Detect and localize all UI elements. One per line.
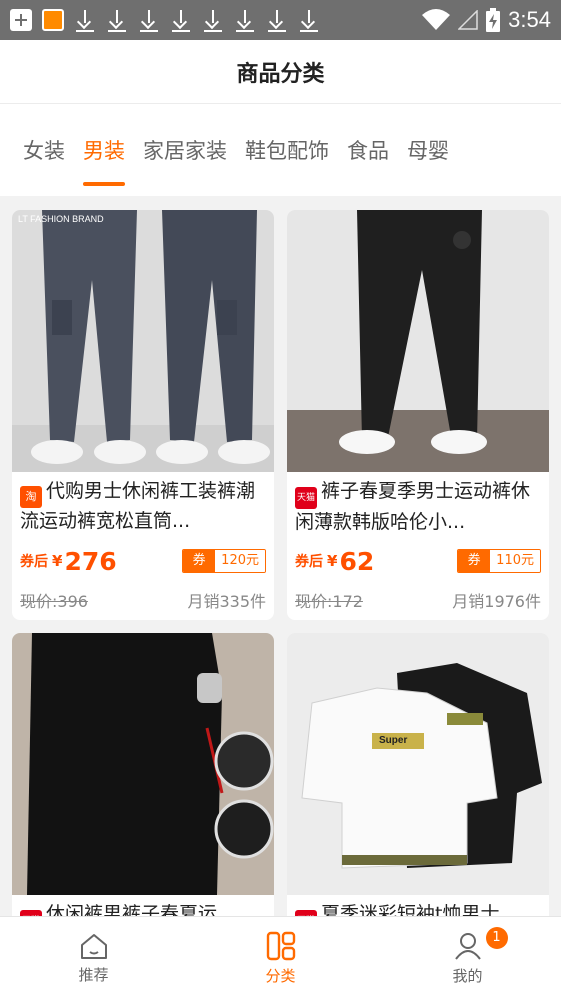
user-icon: [454, 932, 481, 960]
coupon-badge[interactable]: 券 120元: [182, 549, 266, 573]
nav-mine-label: 我的: [452, 966, 483, 985]
tab-shoes-bags[interactable]: 鞋包配饰: [245, 104, 329, 196]
price-row: 券后 ¥ 276 券 120元: [12, 546, 274, 576]
download-icon: [266, 8, 288, 32]
product-title: 天猫夏季迷彩短袖t恤男士...: [287, 895, 549, 916]
currency-symbol: ¥: [327, 552, 338, 570]
product-card[interactable]: 天猫休闲裤男裤子春夏运...: [12, 633, 274, 916]
wifi-icon: [422, 9, 451, 30]
coupon-value: 120元: [215, 550, 265, 572]
product-grid: LT FASHION BRAND 淘代购男士休闲裤工装裤潮流运动裤宽松直筒...…: [12, 210, 549, 916]
nav-mine[interactable]: 1 我的: [374, 917, 561, 999]
battery-icon: [486, 8, 501, 32]
page-title: 商品分类: [236, 61, 325, 87]
tab-womens[interactable]: 女装: [23, 104, 65, 196]
app-header: 商品分类: [0, 40, 561, 104]
app-notification-icon: [42, 9, 64, 31]
signal-icon: [458, 10, 478, 30]
coupon-price: 276: [64, 546, 117, 576]
notification-badge: 1: [485, 927, 508, 949]
after-coupon-label: 券后: [20, 554, 48, 570]
download-icon: [170, 8, 192, 32]
download-icon: [106, 8, 128, 32]
tab-food[interactable]: 食品: [347, 104, 389, 196]
download-icon: [234, 8, 256, 32]
nav-category[interactable]: 分类: [187, 917, 374, 999]
original-price: 现价:172: [295, 592, 363, 611]
image-graphic-text: Super: [379, 735, 408, 746]
original-price: 现价:396: [20, 592, 88, 611]
monthly-sales: 月销335件: [187, 592, 266, 611]
product-card[interactable]: 天猫 裤子春夏季男士运动裤休闲薄款韩版哈伦小... 券后 ¥ 62 券 110元 …: [287, 210, 549, 620]
category-icon: [266, 931, 295, 960]
active-tab-indicator: [83, 182, 125, 186]
tmall-badge-icon: 天猫: [295, 487, 317, 509]
meta-row: 现价:172 月销1976件: [287, 588, 549, 612]
status-bar: 3:54: [0, 0, 561, 40]
coupon-tag: 券: [183, 550, 216, 572]
product-image: Super: [287, 633, 549, 895]
coupon-price: 62: [339, 546, 375, 576]
clock: 3:54: [508, 7, 551, 32]
download-icon: [298, 8, 320, 32]
home-icon: [80, 933, 107, 959]
monthly-sales: 月销1976件: [452, 592, 541, 611]
download-icon: [202, 8, 224, 32]
price-row: 券后 ¥ 62 券 110元: [287, 546, 549, 576]
product-card[interactable]: LT FASHION BRAND 淘代购男士休闲裤工装裤潮流运动裤宽松直筒...…: [12, 210, 274, 620]
currency-symbol: ¥: [52, 552, 63, 570]
tab-home[interactable]: 家居家装: [143, 104, 227, 196]
nav-recommend-label: 推荐: [78, 965, 109, 984]
product-image: LT FASHION BRAND: [12, 210, 274, 472]
tab-mens[interactable]: 男装: [83, 104, 125, 196]
meta-row: 现价:396 月销335件: [12, 588, 274, 612]
download-icon: [74, 8, 96, 32]
category-tabs: 女装 男装 家居家装 鞋包配饰 食品 母婴: [0, 104, 561, 196]
coupon-badge[interactable]: 券 110元: [457, 549, 541, 573]
download-icon: [138, 8, 160, 32]
bottom-nav: 推荐 分类 1 我的: [0, 916, 561, 999]
coupon-value: 110元: [490, 550, 540, 572]
product-card[interactable]: Super 天猫夏季迷彩短袖t恤男士...: [287, 633, 549, 916]
product-title: 天猫 裤子春夏季男士运动裤休闲薄款韩版哈伦小...: [295, 480, 531, 532]
product-image: [12, 633, 274, 895]
nav-recommend[interactable]: 推荐: [0, 917, 187, 999]
product-title: 天猫休闲裤男裤子春夏运...: [12, 895, 274, 916]
after-coupon-label: 券后: [295, 554, 323, 570]
add-notification-icon: [10, 9, 32, 31]
coupon-tag: 券: [458, 550, 491, 572]
image-watermark: LT FASHION BRAND: [18, 214, 104, 224]
tab-baby[interactable]: 母婴: [407, 104, 449, 196]
product-title: 淘代购男士休闲裤工装裤潮流运动裤宽松直筒...: [20, 480, 256, 532]
taobao-badge-icon: 淘: [20, 486, 42, 508]
nav-category-label: 分类: [265, 966, 296, 985]
product-image: [287, 210, 549, 472]
